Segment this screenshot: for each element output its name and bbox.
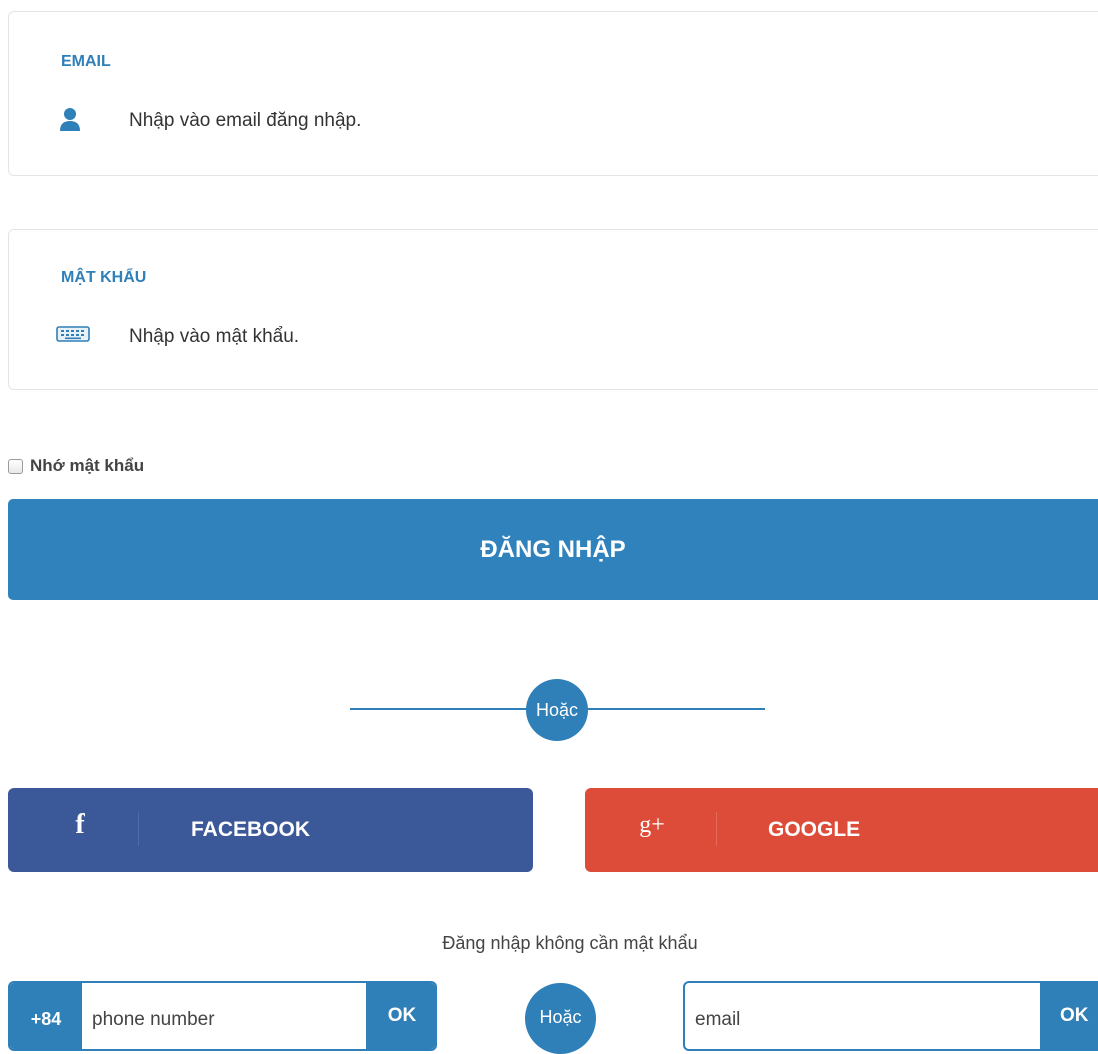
divider-line-right	[588, 708, 765, 710]
or-divider-badge: Hoặc	[526, 679, 588, 741]
passwordless-or-label: Hoặc	[539, 1007, 582, 1027]
passwordless-title: Đăng nhập không cần mật khẩu	[442, 933, 698, 953]
or-divider-label: Hoặc	[535, 699, 579, 720]
email-label: EMAIL	[61, 53, 111, 70]
facebook-login-button[interactable]: f FACEBOOK	[8, 788, 533, 872]
login-button-label: ĐĂNG NHẬP	[480, 535, 626, 563]
password-field-card: MẬT KHẨU	[8, 229, 1098, 390]
phone-prefix: +84	[10, 983, 82, 1049]
email-ok-button[interactable]: OK	[1040, 983, 1098, 1049]
password-input[interactable]	[129, 326, 1029, 348]
facebook-separator	[138, 812, 139, 846]
login-button[interactable]: ĐĂNG NHẬP	[8, 499, 1098, 600]
google-login-button[interactable]: g+ GOOGLE	[585, 788, 1098, 872]
phone-input[interactable]	[92, 1009, 362, 1031]
user-icon	[59, 108, 81, 137]
password-label: MẬT KHẨU	[61, 269, 147, 286]
divider-line-left	[350, 708, 530, 710]
remember-checkbox[interactable]	[8, 458, 23, 474]
email-login-group: OK	[683, 981, 1098, 1051]
google-label: GOOGLE	[768, 818, 861, 841]
facebook-icon: f	[75, 809, 85, 840]
keyboard-icon	[56, 326, 90, 347]
passwordless-or-badge: Hoặc	[525, 983, 596, 1054]
phone-ok-button[interactable]: OK	[366, 983, 435, 1049]
facebook-label: FACEBOOK	[191, 818, 311, 841]
google-separator	[716, 812, 717, 846]
passwordless-email-input[interactable]	[695, 1009, 1025, 1031]
remember-password[interactable]: Nhớ mật khẩu	[8, 456, 144, 476]
email-field-card: EMAIL	[8, 11, 1098, 176]
email-input[interactable]	[129, 110, 1029, 132]
google-plus-icon: g+	[639, 811, 665, 838]
phone-login-group: +84 OK	[8, 981, 437, 1051]
remember-label: Nhớ mật khẩu	[30, 456, 145, 475]
